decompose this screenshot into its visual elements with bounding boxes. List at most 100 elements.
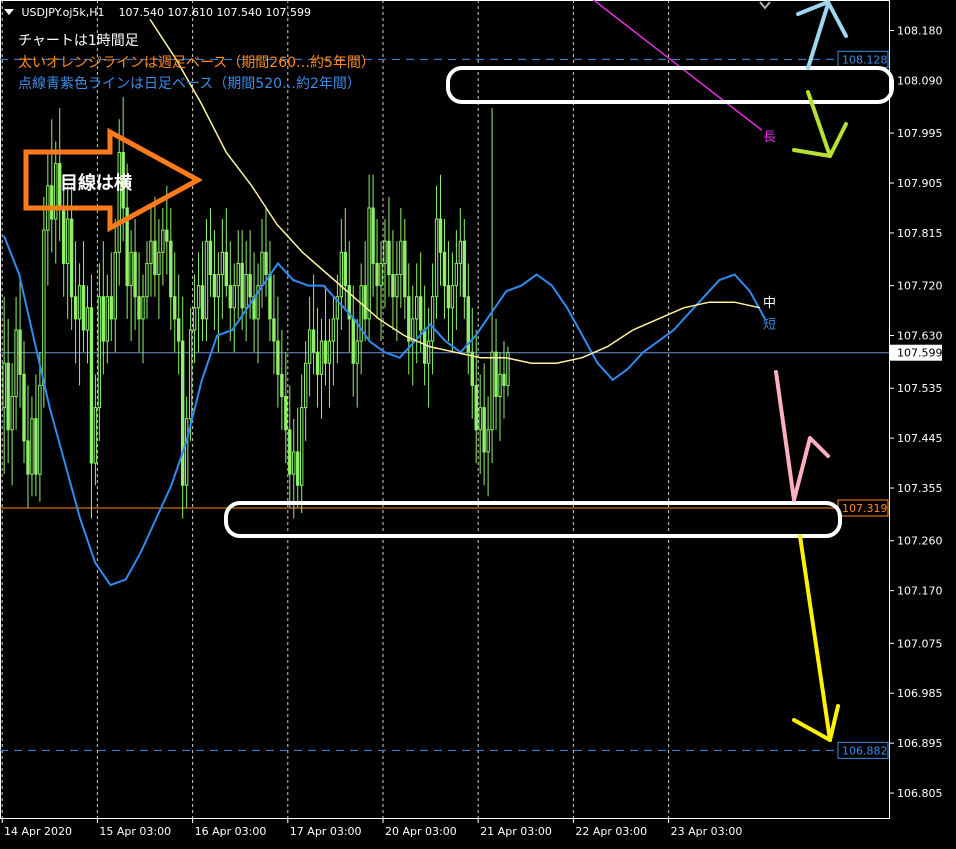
arrow-lightblue — [806, 2, 830, 70]
candle-body — [268, 274, 272, 320]
candle-body — [30, 418, 34, 475]
ma-label: 中 — [763, 296, 776, 311]
candle-body — [216, 274, 221, 298]
y-tick-label: 107.075 — [897, 637, 943, 650]
candle-body — [450, 285, 455, 309]
x-tick-label: 14 Apr 2020 — [4, 825, 72, 838]
chart-header: USDJPY.oj5k,H1 107.540 107.610 107.540 1… — [4, 6, 311, 19]
arrow-pink-head — [792, 436, 830, 502]
candle-body — [2, 362, 6, 409]
candle-body — [331, 318, 336, 342]
candle-body — [411, 318, 415, 342]
x-tick-label: 17 Apr 03:00 — [290, 825, 362, 838]
candle-body — [494, 351, 498, 398]
candle-body — [462, 240, 467, 298]
candle-body — [161, 229, 165, 253]
candle-body — [14, 329, 18, 398]
candle-body — [418, 296, 423, 331]
candle-body — [415, 296, 419, 320]
candle-body — [38, 384, 42, 475]
candle-body — [220, 251, 225, 276]
candle-body — [200, 285, 205, 320]
candle-body — [228, 285, 232, 309]
price-chart[interactable]: 108.180 108.090 107.995 107.905 107.815 107.7… — [0, 0, 956, 845]
candle-body — [101, 296, 106, 342]
candle-body — [470, 351, 474, 386]
candle-body — [232, 285, 236, 309]
candle-body — [363, 285, 367, 320]
candle-body — [486, 429, 490, 453]
candle-body — [426, 340, 431, 364]
candle-body — [367, 207, 371, 320]
candle-body — [422, 329, 427, 364]
candle-body — [264, 251, 268, 276]
ohlc-values: 107.540 107.610 107.540 107.599 — [118, 6, 312, 19]
note-weekly-line: 太いオレンジラインは週足ベース（期間260…約5年間） — [18, 55, 375, 71]
y-tick-label: 107.720 — [897, 280, 943, 293]
candle-body — [371, 207, 375, 264]
candle-body — [169, 240, 173, 298]
x-tick-label: 15 Apr 03:00 — [99, 825, 171, 838]
candle-body — [18, 329, 22, 375]
candle-body — [307, 329, 312, 364]
x-tick-label: 21 Apr 03:00 — [480, 825, 552, 838]
candle-body — [407, 296, 411, 342]
y-tick-label: 106.985 — [897, 687, 943, 700]
candle-body — [113, 251, 117, 320]
price-tag: 106.882 — [842, 744, 888, 757]
candle-body — [184, 418, 189, 486]
x-tick-label: 16 Apr 03:00 — [195, 825, 267, 838]
long_ma-line — [592, 0, 763, 131]
candle-body — [81, 285, 86, 331]
candle-body — [323, 340, 328, 364]
candle-body — [240, 262, 244, 309]
candle-body — [391, 274, 395, 298]
candle-body — [296, 451, 300, 486]
candle-body — [109, 296, 113, 320]
dropdown-triangle-icon[interactable] — [4, 9, 14, 15]
candle-body — [260, 251, 264, 287]
arrow-yellow-head — [792, 704, 840, 742]
candle-body — [343, 251, 348, 287]
candle-body — [149, 240, 153, 264]
candle-body — [248, 274, 252, 298]
candle-body — [502, 373, 506, 386]
candle-body — [387, 240, 391, 276]
candle-body — [379, 262, 383, 287]
candle-body — [284, 396, 288, 431]
candle-body — [355, 340, 359, 364]
candle-body — [73, 296, 78, 320]
candle-body — [339, 251, 344, 298]
candle-body — [280, 373, 284, 398]
arrow-yellow — [798, 534, 832, 742]
candle-body — [192, 307, 197, 331]
y-tick-label: 107.445 — [897, 432, 943, 445]
highlight-resistance-box — [446, 66, 894, 104]
candle-body — [212, 274, 217, 298]
candle-body — [34, 418, 38, 475]
plot-frame — [0, 0, 890, 819]
candle-body — [133, 251, 137, 298]
chart-area[interactable]: 108.180 108.090 107.995 107.905 107.815 107.7… — [0, 0, 956, 845]
candle-body — [375, 262, 379, 287]
candle-body — [395, 274, 399, 298]
candle-body — [236, 262, 240, 287]
candle-body — [319, 340, 324, 375]
candle-body — [137, 296, 141, 320]
candle-body — [224, 251, 229, 287]
candle-body — [145, 262, 149, 298]
candle-body — [359, 285, 363, 342]
candle-body — [105, 296, 110, 342]
y-tick-label: 108.180 — [897, 25, 943, 38]
candle-body — [299, 407, 304, 486]
candle-body — [434, 218, 439, 298]
candle-body — [327, 340, 332, 364]
candle-body — [208, 240, 213, 276]
candle-body — [141, 296, 145, 320]
candle-body — [454, 262, 459, 287]
candle-body — [6, 362, 10, 431]
candle-body — [315, 351, 320, 375]
candle-body — [442, 251, 447, 287]
y-tick-label: 108.090 — [897, 74, 943, 87]
price-tag: 108.128 — [842, 53, 888, 66]
